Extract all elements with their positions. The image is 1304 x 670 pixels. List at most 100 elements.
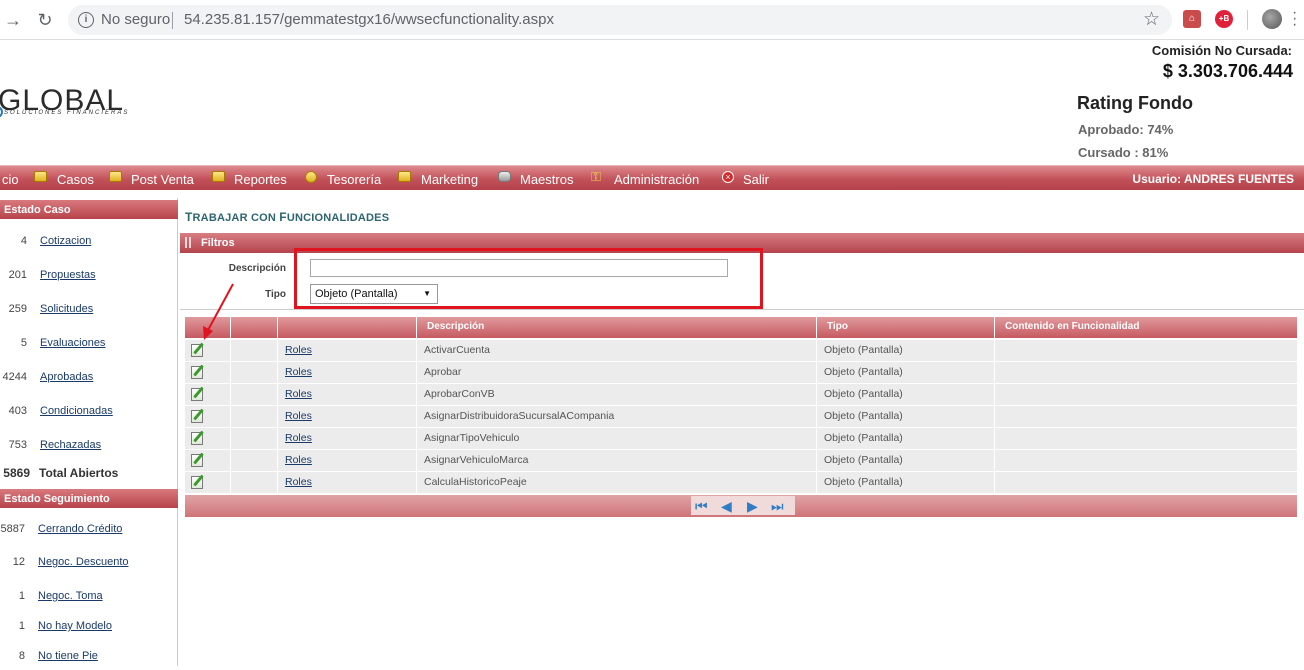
column-header-descripcion[interactable]: Descripción: [417, 317, 817, 338]
browser-menu-icon[interactable]: · · ·: [1292, 5, 1297, 33]
type-cell: Objeto (Pantalla): [817, 472, 995, 493]
link-solicitudes[interactable]: Solicitudes: [40, 303, 93, 315]
database-icon: [498, 171, 511, 182]
logo-subtitle: SOLUCIONES FINANCIERAS: [4, 110, 130, 116]
edit-icon[interactable]: [191, 344, 203, 357]
edit-icon[interactable]: [191, 476, 203, 489]
table-row: Roles AprobarConVB Objeto (Pantalla): [185, 384, 1297, 406]
type-cell: Objeto (Pantalla): [817, 428, 995, 449]
total-count: 5869: [3, 466, 30, 480]
edit-icon[interactable]: [191, 388, 203, 401]
empty-cell: [231, 362, 278, 383]
list-item: 4244 Aprobadas: [0, 371, 178, 391]
browser-toolbar: → ↻ i No seguro 54.235.81.157/gemmatestg…: [0, 0, 1304, 40]
empty-cell: [231, 472, 278, 493]
exit-icon: ×: [722, 171, 734, 183]
menu-item-reportes[interactable]: Reportes: [234, 172, 287, 187]
link-negoc-descuento[interactable]: Negoc. Descuento: [38, 556, 129, 568]
link-no-tiene-pie[interactable]: No tiene Pie: [38, 650, 98, 662]
list-item: 4 Cotizacion: [0, 235, 178, 255]
menu-item-maestros[interactable]: Maestros: [520, 172, 573, 187]
edit-icon[interactable]: [191, 410, 203, 423]
roles-cell: Roles: [278, 428, 417, 449]
rating-approved: Aprobado: 74%: [1078, 122, 1174, 137]
roles-link[interactable]: Roles: [285, 454, 312, 466]
link-condicionadas[interactable]: Condicionadas: [40, 405, 113, 417]
count: 259: [8, 303, 27, 315]
count: 4: [20, 235, 27, 247]
column-header: [278, 317, 417, 338]
profile-avatar[interactable]: [1262, 9, 1282, 29]
title-initial: F: [279, 210, 287, 224]
filters-title: Filtros: [201, 237, 235, 249]
link-negoc-toma[interactable]: Negoc. Toma: [38, 590, 103, 602]
roles-cell: Roles: [278, 406, 417, 427]
count: 201: [8, 269, 27, 281]
column-header-tipo[interactable]: Tipo: [817, 317, 995, 338]
roles-link[interactable]: Roles: [285, 476, 312, 488]
link-evaluaciones[interactable]: Evaluaciones: [40, 337, 105, 349]
list-item: 753 Rechazadas: [0, 439, 178, 459]
list-item: 12 Negoc. Descuento: [0, 556, 178, 576]
column-header-contenido[interactable]: Contenido en Funcionalidad: [995, 317, 1297, 338]
roles-cell: Roles: [278, 472, 417, 493]
reload-icon[interactable]: ↻: [34, 9, 56, 31]
list-item: 5 Evaluaciones: [0, 337, 178, 357]
edit-icon[interactable]: [191, 366, 203, 379]
roles-link[interactable]: Roles: [285, 410, 312, 422]
pdf-extension-icon[interactable]: ⌂: [1183, 10, 1201, 28]
menu-item-post-venta[interactable]: Post Venta: [131, 172, 194, 187]
roles-link[interactable]: Roles: [285, 432, 312, 444]
previous-page-icon[interactable]: ◀: [721, 498, 732, 514]
count: 8: [18, 650, 25, 662]
link-propuestas[interactable]: Propuestas: [40, 269, 96, 281]
first-page-icon[interactable]: ⏮: [695, 498, 708, 514]
info-icon[interactable]: i: [78, 12, 94, 28]
menu-item-marketing[interactable]: Marketing: [421, 172, 478, 187]
list-item: 403 Condicionadas: [0, 405, 178, 425]
address-bar[interactable]: i No seguro 54.235.81.157/gemmatestgx16/…: [68, 5, 1172, 35]
page-title: TRABAJAR CON FUNCIONALIDADES: [185, 210, 389, 224]
link-no-hay-modelo[interactable]: No hay Modelo: [38, 620, 112, 632]
link-cerrando-credito[interactable]: Cerrando Crédito: [38, 523, 122, 535]
menu-item-inicio[interactable]: cio: [2, 172, 19, 187]
next-page-icon[interactable]: ▶: [747, 498, 758, 514]
edit-cell: [185, 384, 231, 405]
menu-item-casos[interactable]: Casos: [57, 172, 94, 187]
count: 403: [8, 405, 27, 417]
pager-buttons: ⏮ ◀ ▶ ⏭: [691, 496, 795, 515]
menu-item-tesoreria[interactable]: Tesorería: [327, 172, 381, 187]
count: 5887: [0, 523, 25, 535]
count: 753: [8, 439, 27, 451]
edit-icon[interactable]: [191, 432, 203, 445]
roles-cell: Roles: [278, 362, 417, 383]
roles-link[interactable]: Roles: [285, 344, 312, 356]
description-cell: AsignarTipoVehiculo: [417, 428, 817, 449]
empty-cell: [231, 406, 278, 427]
arrow-back-icon[interactable]: →: [2, 9, 24, 31]
extension-badge-icon[interactable]: +B: [1215, 10, 1233, 28]
table-row: Roles ActivarCuenta Objeto (Pantalla): [185, 340, 1297, 362]
folder-icon: [109, 171, 122, 182]
content-cell: [995, 406, 1297, 427]
roles-link[interactable]: Roles: [285, 366, 312, 378]
description-cell: CalculaHistoricoPeaje: [417, 472, 817, 493]
left-sidebar: Estado Caso 4 Cotizacion 201 Propuestas …: [0, 198, 178, 666]
count: 12: [12, 556, 25, 568]
folder-icon: [212, 171, 225, 182]
type-cell: Objeto (Pantalla): [817, 362, 995, 383]
link-rechazadas[interactable]: Rechazadas: [40, 439, 101, 451]
roles-link[interactable]: Roles: [285, 388, 312, 400]
edit-icon[interactable]: [191, 454, 203, 467]
link-cotizacion[interactable]: Cotizacion: [40, 235, 91, 247]
url-text[interactable]: 54.235.81.157/gemmatestgx16/wwsecfunctio…: [184, 11, 554, 28]
content-cell: [995, 340, 1297, 361]
content-cell: [995, 362, 1297, 383]
bookmark-star-icon[interactable]: ☆: [1143, 8, 1160, 31]
last-page-icon[interactable]: ⏭: [771, 498, 784, 514]
link-aprobadas[interactable]: Aprobadas: [40, 371, 93, 383]
total-row: 5869 Total Abiertos: [0, 466, 178, 486]
menu-item-administracion[interactable]: Administración: [614, 172, 699, 187]
menu-item-salir[interactable]: Salir: [743, 172, 769, 187]
count: 1: [18, 590, 25, 602]
